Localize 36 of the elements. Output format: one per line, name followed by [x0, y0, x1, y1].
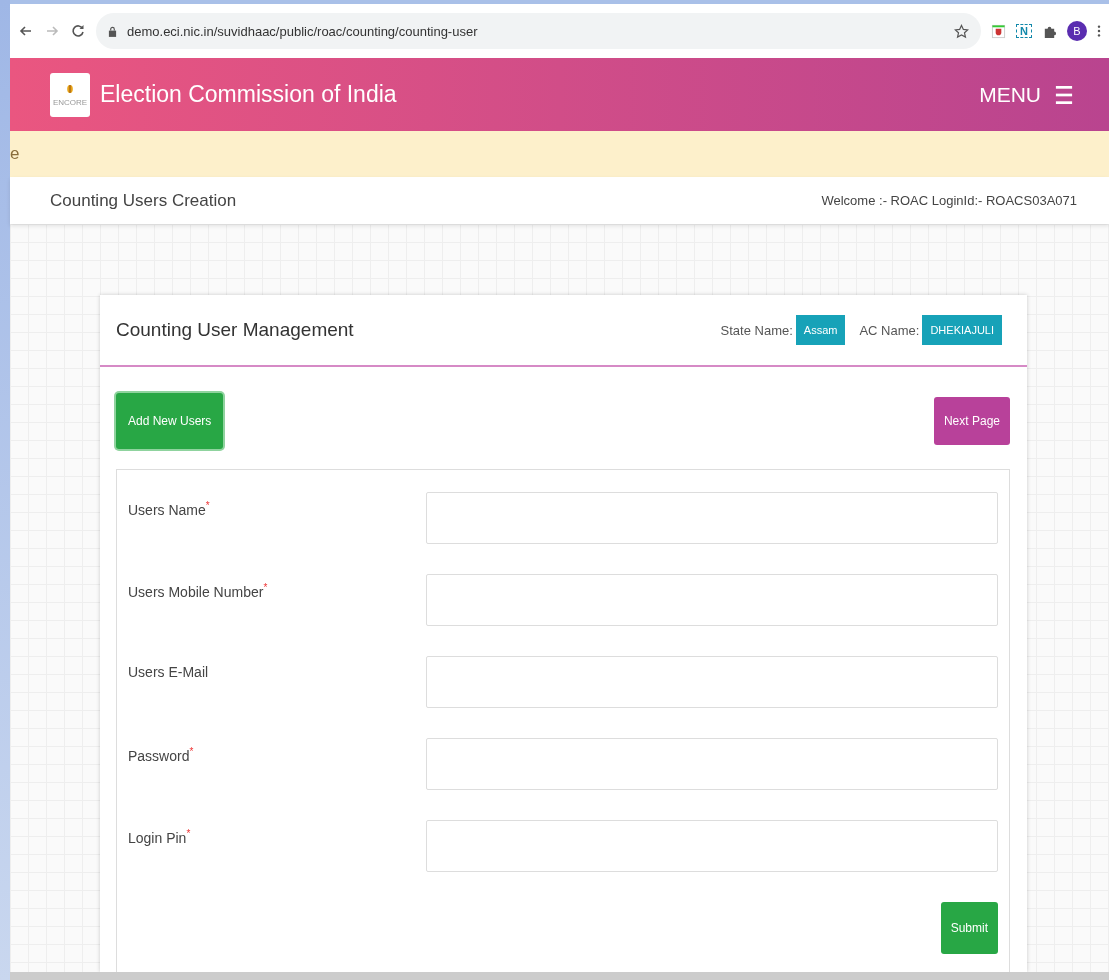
state-value: Assam [795, 315, 846, 345]
input-field[interactable] [426, 492, 998, 544]
ac-value: DHEKIAJULI [922, 315, 1002, 345]
add-users-button[interactable]: Add New Users [116, 393, 224, 449]
shield-extension-icon[interactable] [991, 23, 1007, 39]
input-field[interactable] [426, 656, 998, 708]
menu-button[interactable]: MENU [979, 82, 1073, 107]
field-label: Password$^{*}$ [128, 745, 195, 764]
input-field[interactable] [426, 574, 998, 626]
notice-text: e [10, 144, 20, 164]
reload-icon[interactable] [70, 23, 86, 39]
field-label: Users Name$^{*}$ [128, 499, 211, 518]
state-label: State Name: [720, 322, 793, 338]
address-bar[interactable]: demo.eci.nic.in/suvidhaac/public/roac/counting/counting-user [96, 13, 982, 49]
menu-icon [1055, 83, 1073, 106]
page-title: Counting Users Creation [50, 190, 237, 211]
logo-text: ENCORE [52, 97, 88, 107]
welcome-text: Welcome :- ROAC LoginId:- ROACS03A071 [821, 193, 1077, 208]
logo-icon [66, 82, 74, 95]
more-icon[interactable] [1097, 24, 1101, 38]
extension-button[interactable]: N [1016, 24, 1032, 38]
lock-icon [108, 25, 117, 37]
star-icon[interactable] [954, 23, 970, 39]
field-label: Login Pin$^{*}$ [128, 827, 192, 846]
field-label: Users Mobile Number$^{*}$ [128, 581, 269, 600]
field-label: Users E-Mail [128, 663, 210, 680]
input-field[interactable] [426, 738, 998, 790]
site-title: Election Commission of India [100, 81, 397, 108]
ac-label: AC Name: [859, 322, 920, 338]
input-field[interactable] [426, 820, 998, 872]
url-text: demo.eci.nic.in/suvidhaac/public/roac/counting/counting-user [127, 23, 478, 39]
card-title: Counting User Management [116, 319, 354, 341]
submit-button[interactable]: Submit [940, 902, 998, 954]
profile-avatar[interactable]: B [1067, 21, 1087, 41]
horizontal-scrollbar[interactable] [10, 972, 1109, 980]
next-page-button[interactable]: Next Page [933, 397, 1010, 445]
